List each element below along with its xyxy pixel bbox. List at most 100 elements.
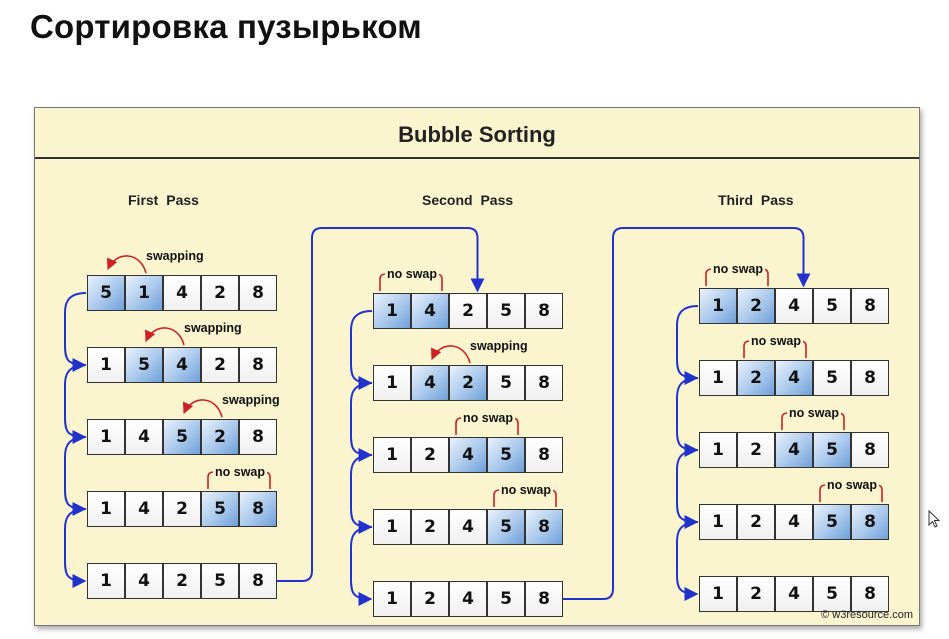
array-cell: 5 <box>201 563 239 599</box>
array-cell: 2 <box>201 275 239 311</box>
array-cell: 1 <box>373 581 411 617</box>
swapping-label: swapping <box>146 249 204 263</box>
swapping-label: swapping <box>222 393 280 407</box>
pass-label: Second Pass <box>422 192 514 208</box>
array-cell: 5 <box>201 491 239 527</box>
flow-arrow <box>676 377 699 457</box>
array-cell: 4 <box>125 419 163 455</box>
flow-arrow <box>64 508 87 588</box>
array-cell: 5 <box>487 437 525 473</box>
diagram-title: Bubble Sorting <box>398 122 556 147</box>
array-cell: 2 <box>163 491 201 527</box>
no-swap-label: no swap <box>499 483 554 497</box>
flow-arrow <box>64 292 87 372</box>
array-cell: 8 <box>525 365 563 401</box>
array-cell: 2 <box>411 509 449 545</box>
array-cell: 1 <box>699 288 737 324</box>
array-cell: 8 <box>851 288 889 324</box>
array-cell: 2 <box>411 437 449 473</box>
array-cell: 4 <box>163 347 201 383</box>
array-cell: 5 <box>813 504 851 540</box>
array-cell: 2 <box>201 347 239 383</box>
array-cell: 5 <box>125 347 163 383</box>
array-cell: 1 <box>87 347 125 383</box>
array-cell: 4 <box>775 432 813 468</box>
array-cell: 2 <box>737 288 775 324</box>
no-swap-label: no swap <box>749 334 804 348</box>
flow-arrow <box>350 454 373 534</box>
array-cell: 1 <box>87 419 125 455</box>
array-cell: 2 <box>737 360 775 396</box>
array-cell: 5 <box>487 293 525 329</box>
array-cell: 5 <box>813 288 851 324</box>
array-cell: 2 <box>737 432 775 468</box>
array-cell: 5 <box>487 581 525 617</box>
array-cell: 8 <box>851 504 889 540</box>
array-cell: 4 <box>775 504 813 540</box>
array-cell: 2 <box>737 504 775 540</box>
no-swap-label: no swap <box>385 267 440 281</box>
array-cell: 8 <box>239 419 277 455</box>
array-cell: 2 <box>411 581 449 617</box>
array-cell: 5 <box>163 419 201 455</box>
swap-arrow <box>106 255 147 274</box>
flow-arrow <box>350 310 373 390</box>
array-cell: 8 <box>851 576 889 612</box>
bubble-sort-diagram: Bubble Sorting 5142815428145281425814258… <box>34 107 920 626</box>
array-cell: 5 <box>813 576 851 612</box>
array-cell: 8 <box>851 360 889 396</box>
array-cell: 4 <box>411 293 449 329</box>
array-cell: 1 <box>699 432 737 468</box>
swapping-label: swapping <box>184 321 242 335</box>
array-cell: 1 <box>373 509 411 545</box>
swap-arrow <box>144 327 185 346</box>
array-cell: 5 <box>487 365 525 401</box>
array-cell: 4 <box>125 563 163 599</box>
array-cell: 5 <box>813 432 851 468</box>
flow-arrow <box>64 436 87 516</box>
array-cell: 2 <box>449 293 487 329</box>
array-cell: 1 <box>87 491 125 527</box>
array-cell: 8 <box>525 509 563 545</box>
swapping-label: swapping <box>470 339 528 353</box>
no-swap-label: no swap <box>787 406 842 420</box>
flow-arrow <box>676 521 699 601</box>
array-cell: 5 <box>813 360 851 396</box>
array-cell: 2 <box>449 365 487 401</box>
swap-arrow <box>430 345 471 364</box>
array-cell: 4 <box>449 581 487 617</box>
array-cell: 1 <box>699 576 737 612</box>
flow-arrow <box>350 382 373 462</box>
array-cell: 2 <box>163 563 201 599</box>
array-cell: 1 <box>373 365 411 401</box>
array-cell: 8 <box>525 581 563 617</box>
credit-text: © w3resource.com <box>821 609 913 621</box>
no-swap-label: no swap <box>213 465 268 479</box>
array-cell: 4 <box>411 365 449 401</box>
flow-arrow <box>350 526 373 606</box>
array-cell: 4 <box>775 288 813 324</box>
array-cell: 5 <box>487 509 525 545</box>
array-cell: 8 <box>239 347 277 383</box>
array-cell: 8 <box>525 437 563 473</box>
array-cell: 4 <box>775 576 813 612</box>
array-cell: 5 <box>87 275 125 311</box>
mouse-pointer-icon <box>928 510 941 528</box>
array-cell: 8 <box>851 432 889 468</box>
array-cell: 4 <box>125 491 163 527</box>
array-cell: 4 <box>163 275 201 311</box>
array-cell: 8 <box>239 275 277 311</box>
array-cell: 1 <box>699 360 737 396</box>
pass-label: First Pass <box>128 192 199 208</box>
array-cell: 1 <box>87 563 125 599</box>
array-cell: 4 <box>449 437 487 473</box>
flow-arrow <box>676 305 699 385</box>
array-cell: 4 <box>775 360 813 396</box>
pass-label: Third Pass <box>718 192 794 208</box>
no-swap-label: no swap <box>711 262 766 276</box>
array-cell: 1 <box>125 275 163 311</box>
no-swap-label: no swap <box>461 411 516 425</box>
array-cell: 2 <box>201 419 239 455</box>
array-cell: 8 <box>525 293 563 329</box>
array-cell: 1 <box>699 504 737 540</box>
